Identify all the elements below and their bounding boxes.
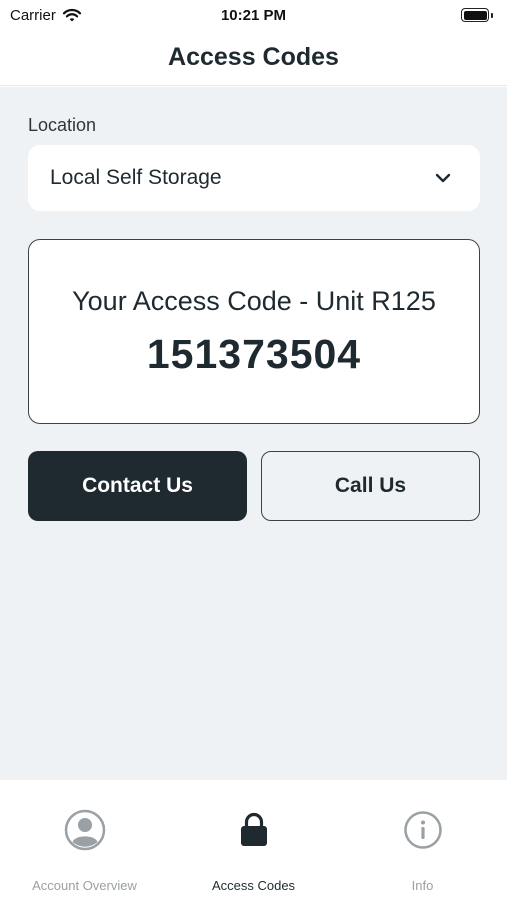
battery-icon (461, 8, 493, 22)
tab-label: Account Overview (32, 878, 137, 893)
page-title: Access Codes (168, 43, 339, 71)
tab-info[interactable]: Info (338, 780, 507, 900)
wifi-icon (62, 8, 81, 21)
location-label: Location (28, 115, 97, 135)
lock-icon (232, 808, 276, 852)
app-screen: Carrier 10:21 PM Access Codes Location L… (0, 0, 507, 900)
carrier-label: Carrier (10, 6, 56, 24)
content-area: Location Local Self Storage Your Access … (0, 87, 507, 780)
access-code-card: Your Access Code - Unit R125 151373504 (28, 239, 480, 424)
tab-account-overview[interactable]: Account Overview (0, 780, 169, 900)
info-icon (401, 808, 445, 852)
status-left: Carrier (10, 7, 82, 24)
tab-label: Info (411, 878, 434, 893)
tab-label: Access Codes (211, 878, 296, 893)
access-code-value: 151373504 (146, 330, 362, 377)
location-select[interactable]: Local Self Storage (28, 145, 480, 211)
contact-us-button[interactable]: Contact Us (28, 451, 247, 521)
access-code-heading: Your Access Code - Unit R125 (72, 285, 436, 316)
location-select-value: Local Self Storage (50, 166, 222, 189)
call-us-button[interactable]: Call Us (261, 451, 480, 521)
chevron-down-icon (435, 173, 451, 183)
status-bar: Carrier 10:21 PM (0, 0, 507, 30)
person-icon (63, 808, 107, 852)
tab-access-codes[interactable]: Access Codes (169, 780, 338, 900)
tab-bar: Account Overview Access Codes Info (0, 780, 507, 900)
nav-header: Access Codes (0, 30, 507, 86)
